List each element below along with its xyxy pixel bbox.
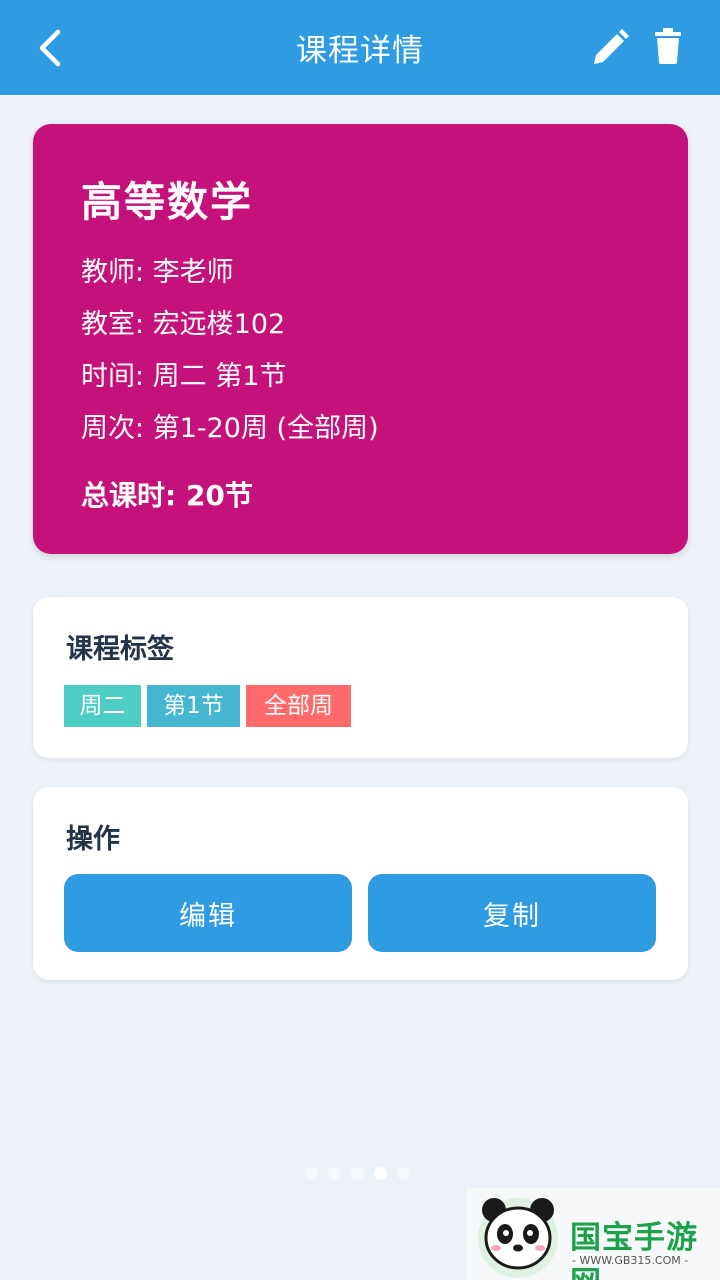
watermark-url: - WWW.GB315.COM - [572, 1254, 689, 1267]
back-button[interactable] [30, 26, 74, 70]
course-name: 高等数学 [81, 178, 253, 226]
classroom-text: 教室: 宏远楼102 [81, 309, 286, 340]
actions-panel: 操作 编辑 复制 [33, 787, 688, 980]
watermark-brand: 国宝手游网 [570, 1220, 698, 1280]
pager-dot [397, 1167, 410, 1180]
watermark: 国宝手游网 - WWW.GB315.COM - [466, 1188, 720, 1280]
pencil-icon [594, 29, 629, 64]
pager-dot [351, 1167, 364, 1180]
page-title: 课程详情 [296, 33, 424, 69]
page-indicator [305, 1167, 410, 1181]
actions-panel-title: 操作 [66, 824, 120, 855]
edit-button[interactable] [588, 26, 632, 70]
tags-panel: 课程标签 周二 第1节 全部周 [33, 597, 688, 758]
trash-icon [655, 28, 681, 64]
teacher-text: 教师: 李老师 [81, 257, 234, 288]
tag-day: 周二 [64, 685, 141, 727]
pager-dot [328, 1167, 341, 1180]
panda-logo-icon [478, 1198, 558, 1278]
pager-dot-active [374, 1167, 387, 1180]
course-card: 高等数学 教师: 李老师 教室: 宏远楼102 时间: 周二 第1节 周次: 第… [33, 124, 688, 554]
tags-panel-title: 课程标签 [66, 634, 174, 665]
tag-period: 第1节 [147, 685, 240, 727]
edit-course-button[interactable]: 编辑 [64, 874, 352, 952]
time-text: 时间: 周二 第1节 [81, 361, 287, 392]
pager-dot [305, 1167, 318, 1180]
weeks-text: 周次: 第1-20周 (全部周) [81, 413, 379, 444]
copy-course-button[interactable]: 复制 [368, 874, 656, 952]
chevron-left-icon [39, 29, 61, 67]
total-hours: 总课时: 20节 [81, 479, 253, 512]
delete-button[interactable] [646, 24, 690, 68]
tag-weeks: 全部周 [246, 685, 351, 727]
app-bar: 课程详情 [0, 0, 720, 95]
